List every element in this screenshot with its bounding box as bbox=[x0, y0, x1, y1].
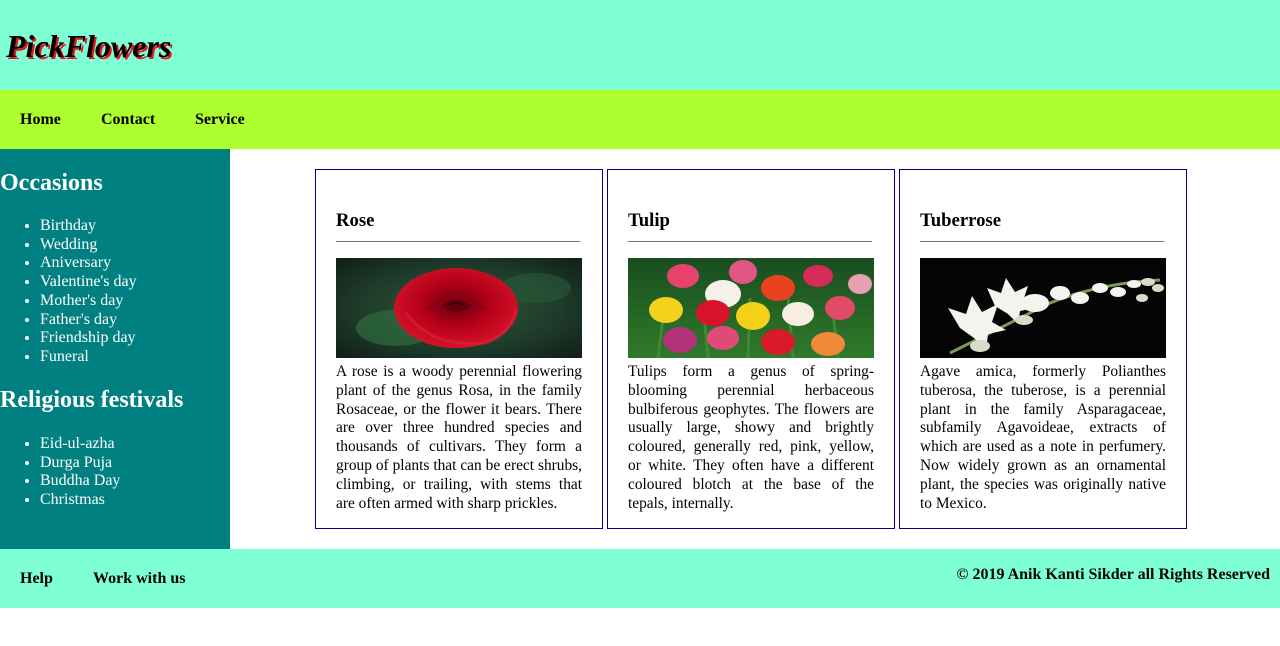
card-divider bbox=[628, 241, 872, 242]
rose-image bbox=[336, 258, 582, 358]
card-tulip: Tulip Tulips form a genus of spring-bloo… bbox=[607, 169, 895, 529]
sidebar-item-eid-ul-azha[interactable]: Eid-ul-azha bbox=[40, 435, 230, 454]
sidebar-item-fathers-day[interactable]: Father's day bbox=[40, 311, 230, 330]
card-rose: Rose A rose is a woody perennial floweri… bbox=[315, 169, 603, 529]
nav-link-service[interactable]: Service bbox=[195, 110, 245, 130]
sidebar-heading-religious-festivals: Religious festivals bbox=[0, 387, 184, 413]
card-description: Agave amica, formerly Polianthes tuberos… bbox=[920, 363, 1166, 512]
card-title: Rose bbox=[336, 210, 375, 231]
main-nav: Home Contact Service bbox=[0, 90, 1280, 149]
copyright-text: © 2019 Anik Kanti Sikder all Rights Rese… bbox=[956, 566, 1270, 583]
sidebar-item-aniversary[interactable]: Aniversary bbox=[40, 254, 230, 273]
site-footer: Help Work with us © 2019 Anik Kanti Sikd… bbox=[0, 549, 1280, 608]
tuberrose-image bbox=[920, 258, 1166, 358]
nav-link-home[interactable]: Home bbox=[20, 110, 61, 130]
sidebar-item-durga-puja[interactable]: Durga Puja bbox=[40, 454, 230, 473]
sidebar-item-wedding[interactable]: Wedding bbox=[40, 236, 230, 255]
site-header: PickFlowers bbox=[0, 0, 1280, 90]
sidebar-item-funeral[interactable]: Funeral bbox=[40, 348, 230, 367]
card-divider bbox=[920, 241, 1164, 242]
card-title: Tulip bbox=[628, 210, 670, 231]
card-divider bbox=[336, 241, 580, 242]
sidebar-item-christmas[interactable]: Christmas bbox=[40, 491, 230, 510]
site-logo[interactable]: PickFlowers bbox=[6, 25, 171, 67]
tulip-image bbox=[628, 258, 874, 358]
card-tuberrose: Tuberrose Agave amica, formerly Polianth… bbox=[899, 169, 1187, 529]
sidebar: Occasions Birthday Wedding Aniversary Va… bbox=[0, 149, 230, 549]
sidebar-item-valentines-day[interactable]: Valentine's day bbox=[40, 273, 230, 292]
sidebar-item-birthday[interactable]: Birthday bbox=[40, 217, 230, 236]
occasions-list: Birthday Wedding Aniversary Valentine's … bbox=[0, 217, 230, 367]
footer-link-help[interactable]: Help bbox=[20, 569, 53, 589]
card-title: Tuberrose bbox=[920, 210, 1001, 231]
card-description: A rose is a woody perennial flowering pl… bbox=[336, 363, 582, 512]
sidebar-item-friendship-day[interactable]: Friendship day bbox=[40, 329, 230, 348]
footer-link-work-with-us[interactable]: Work with us bbox=[93, 569, 185, 589]
sidebar-item-mothers-day[interactable]: Mother's day bbox=[40, 292, 230, 311]
sidebar-item-buddha-day[interactable]: Buddha Day bbox=[40, 472, 230, 491]
festivals-list: Eid-ul-azha Durga Puja Buddha Day Christ… bbox=[0, 435, 230, 510]
nav-link-contact[interactable]: Contact bbox=[101, 110, 155, 130]
card-description: Tulips form a genus of spring-blooming p… bbox=[628, 363, 874, 512]
sidebar-heading-occasions: Occasions bbox=[0, 170, 103, 196]
